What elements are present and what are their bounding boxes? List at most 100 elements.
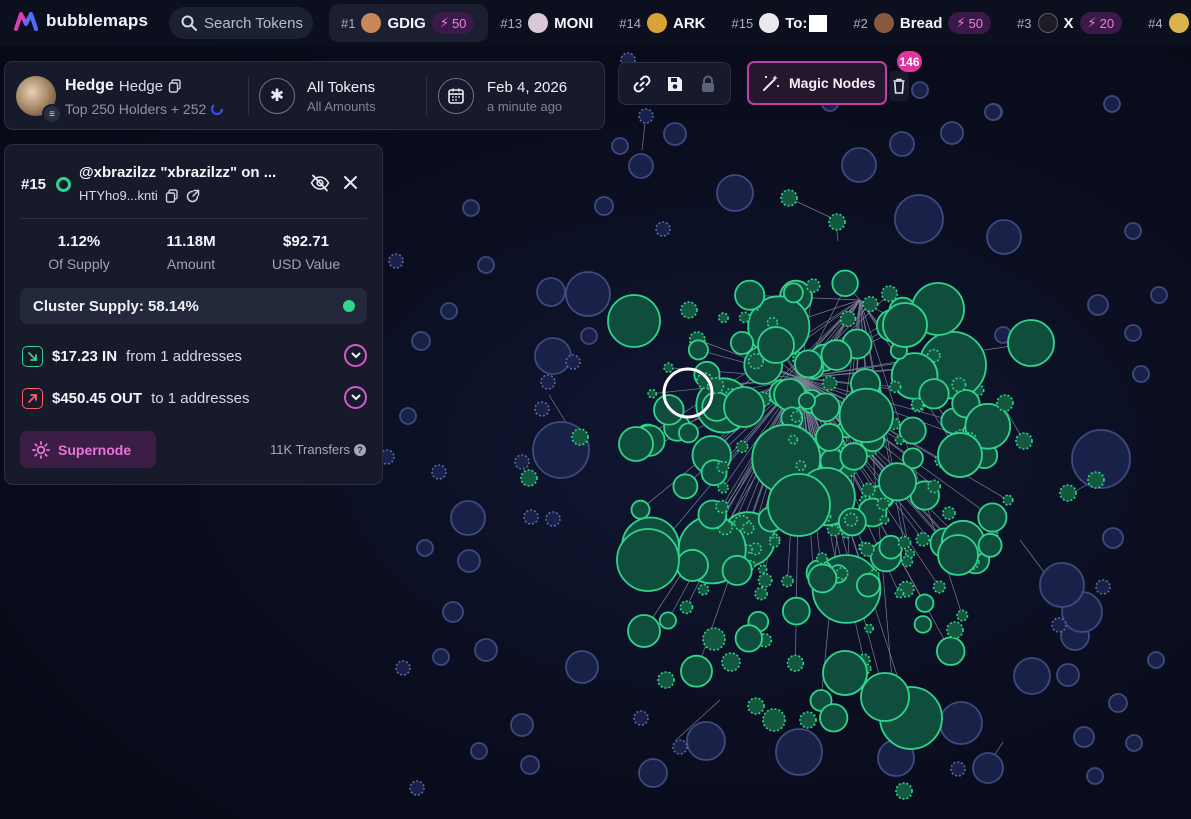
holder-bubble[interactable]	[571, 428, 589, 446]
wallet-bubble[interactable]	[474, 638, 498, 662]
holder-bubble[interactable]	[1007, 319, 1055, 367]
holder-bubble[interactable]	[860, 672, 910, 722]
holder-bubble[interactable]	[901, 555, 914, 568]
ticker-item-4[interactable]: #4	[1136, 4, 1191, 42]
holder-bubble[interactable]	[855, 572, 881, 598]
wallet-bubble[interactable]	[440, 302, 458, 320]
holders-summary[interactable]: Top 250 Holders + 252	[65, 101, 224, 117]
holder-bubble[interactable]	[805, 278, 821, 293]
wallet-bubble[interactable]	[1108, 693, 1128, 713]
holder-bubble[interactable]	[794, 349, 823, 379]
contract-bubble[interactable]	[388, 253, 404, 269]
inflow-row[interactable]: $17.23 IN from 1 addresses	[22, 343, 367, 369]
contract-bubble[interactable]	[514, 454, 530, 470]
wallet-bubble[interactable]	[1103, 95, 1121, 113]
holder-bubble[interactable]	[820, 339, 853, 371]
ticker-item-to[interactable]: #15 To:	[720, 4, 842, 42]
chevron-down-icon[interactable]	[344, 344, 367, 367]
holder-bubble[interactable]	[828, 213, 846, 231]
holder-bubble[interactable]	[894, 435, 905, 446]
holder-bubble[interactable]	[815, 422, 844, 452]
holder-bubble[interactable]	[797, 391, 816, 410]
logo[interactable]: bubblemaps	[13, 10, 148, 32]
holder-bubble[interactable]	[680, 654, 713, 688]
save-icon[interactable]	[666, 75, 684, 93]
wallet-bubble[interactable]	[457, 549, 481, 573]
holder-bubble[interactable]	[831, 269, 859, 298]
contract-bubble[interactable]	[395, 660, 411, 676]
holder-bubble[interactable]	[757, 564, 768, 575]
contract-bubble[interactable]	[545, 511, 561, 527]
holder-bubble[interactable]	[860, 482, 876, 498]
holder-bubble[interactable]	[894, 588, 905, 599]
holder-bubble[interactable]	[807, 563, 838, 594]
holder-bubble[interactable]	[838, 387, 894, 443]
holder-bubble[interactable]	[680, 301, 698, 319]
holder-bubble[interactable]	[936, 636, 966, 666]
holder-bubble[interactable]	[768, 536, 781, 548]
contract-bubble[interactable]	[540, 374, 556, 390]
wallet-bubble[interactable]	[638, 758, 668, 788]
holder-bubble[interactable]	[788, 434, 799, 445]
contract-bubble[interactable]	[431, 464, 447, 480]
holder-bubble[interactable]	[795, 460, 807, 472]
holder-bubble[interactable]	[716, 460, 730, 474]
holder-bubble[interactable]	[821, 375, 838, 391]
wallet-bubble[interactable]	[565, 271, 611, 317]
holder-bubble[interactable]	[754, 586, 768, 601]
holder-bubble[interactable]	[1015, 432, 1033, 450]
contract-bubble[interactable]	[672, 739, 688, 755]
wallet-bubble[interactable]	[1125, 734, 1143, 752]
holder-bubble[interactable]	[888, 380, 902, 393]
wallet-bubble[interactable]	[520, 755, 540, 775]
copy-icon[interactable]	[165, 188, 179, 203]
chevron-down-icon[interactable]	[344, 386, 367, 409]
contract-bubble[interactable]	[1051, 617, 1067, 633]
holder-bubble[interactable]	[810, 392, 841, 423]
contract-bubble[interactable]	[655, 221, 671, 237]
wallet-bubble[interactable]	[889, 131, 915, 157]
holder-bubble[interactable]	[864, 623, 874, 634]
holder-bubble[interactable]	[882, 302, 928, 348]
contract-bubble[interactable]	[534, 401, 550, 417]
contract-bubble[interactable]	[638, 108, 654, 124]
contract-bubble[interactable]	[950, 761, 966, 777]
wallet-bubble[interactable]	[565, 650, 599, 684]
search-tokens-button[interactable]: Search Tokens	[169, 7, 313, 39]
holder-bubble[interactable]	[757, 572, 773, 588]
holder-bubble[interactable]	[1002, 494, 1014, 506]
holder-bubble[interactable]	[915, 532, 931, 547]
holder-bubble[interactable]	[717, 482, 729, 494]
holder-bubble[interactable]	[915, 593, 935, 613]
wallet-bubble[interactable]	[534, 337, 572, 375]
wallet-bubble[interactable]	[442, 601, 464, 623]
wallet-bubble[interactable]	[1150, 286, 1168, 304]
holder-bubble[interactable]	[730, 330, 755, 355]
copy-icon[interactable]	[168, 79, 182, 93]
holder-bubble[interactable]	[734, 624, 763, 653]
holder-bubble[interactable]	[657, 671, 675, 689]
supernode-button[interactable]: Supernode	[20, 431, 156, 468]
wallet-bubble[interactable]	[470, 742, 488, 760]
holder-bubble[interactable]	[937, 534, 979, 576]
holder-bubble[interactable]	[942, 506, 956, 521]
holder-bubble[interactable]	[738, 311, 751, 324]
wallet-bubble[interactable]	[911, 81, 929, 99]
wallet-bubble[interactable]	[940, 121, 964, 145]
holder-bubble[interactable]	[977, 502, 1008, 533]
snapshot-date[interactable]: Feb 4, 2026	[487, 79, 567, 96]
holder-bubble[interactable]	[747, 697, 765, 715]
holder-bubble[interactable]	[672, 473, 699, 500]
wallet-bubble[interactable]	[510, 713, 534, 737]
holder-bubble[interactable]	[880, 285, 898, 303]
holder-bubble[interactable]	[1087, 471, 1105, 489]
holder-bubble[interactable]	[653, 394, 685, 426]
holder-bubble[interactable]	[658, 611, 677, 630]
wallet-bubble[interactable]	[477, 256, 495, 274]
holder-bubble[interactable]	[734, 279, 766, 311]
holder-bubble[interactable]	[843, 512, 859, 527]
holder-bubble[interactable]	[675, 548, 709, 582]
holder-bubble[interactable]	[822, 650, 868, 696]
wallet-bubble[interactable]	[432, 648, 450, 666]
holder-bubble[interactable]	[717, 312, 729, 324]
